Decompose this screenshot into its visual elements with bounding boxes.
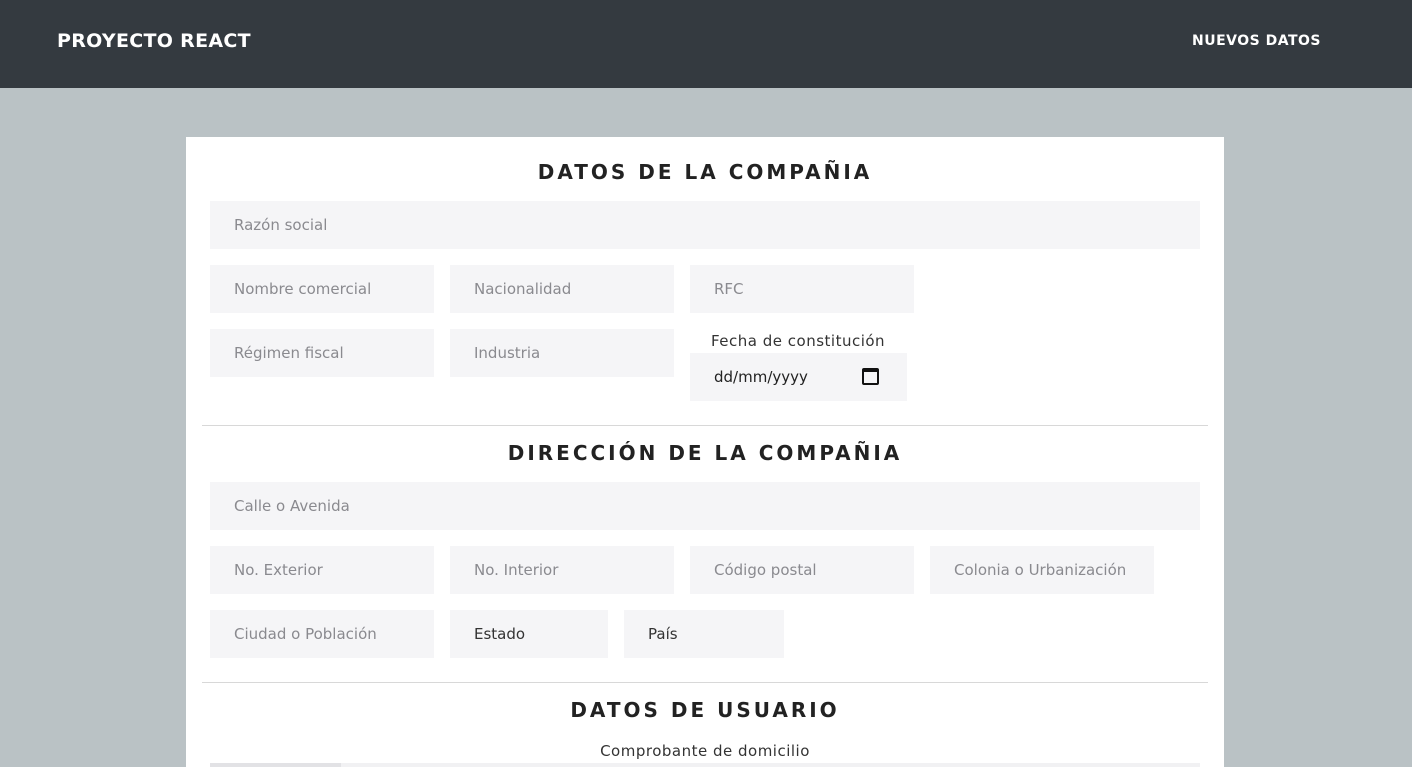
- calendar-icon[interactable]: [862, 368, 879, 385]
- estado-select[interactable]: Estado: [450, 610, 608, 658]
- industria-input[interactable]: [450, 329, 674, 377]
- divider: [202, 425, 1208, 426]
- fecha-constitucion-label: Fecha de constitución: [711, 332, 886, 350]
- section-title-company: DATOS DE LA COMPAÑIA: [537, 160, 873, 184]
- rfc-input[interactable]: [690, 265, 914, 313]
- file-choose-button[interactable]: [210, 763, 341, 767]
- fecha-constitucion-value: dd/mm/yyyy: [714, 368, 808, 386]
- brand-title[interactable]: PROYECTO REACT: [57, 29, 251, 53]
- divider: [202, 682, 1208, 683]
- ciudad-input[interactable]: [210, 610, 434, 658]
- form-card: DATOS DE LA COMPAÑIA Fecha de constituci…: [186, 137, 1224, 767]
- pais-select[interactable]: País: [624, 610, 784, 658]
- comprobante-label: Comprobante de domicilio: [600, 742, 810, 760]
- regimen-fiscal-input[interactable]: [210, 329, 434, 377]
- section-title-address: DIRECCIÓN DE LA COMPAÑIA: [507, 441, 903, 465]
- codigo-postal-input[interactable]: [690, 546, 914, 594]
- nacionalidad-input[interactable]: [450, 265, 674, 313]
- nombre-comercial-input[interactable]: [210, 265, 434, 313]
- calle-input[interactable]: [210, 482, 1200, 530]
- section-title-user: DATOS DE USUARIO: [570, 698, 840, 722]
- navbar: PROYECTO REACT NUEVOS DATOS: [0, 0, 1412, 88]
- colonia-input[interactable]: [930, 546, 1154, 594]
- no-exterior-input[interactable]: [210, 546, 434, 594]
- razon-social-input[interactable]: [210, 201, 1200, 249]
- nav-link-nuevos-datos[interactable]: NUEVOS DATOS: [1192, 32, 1321, 50]
- no-interior-input[interactable]: [450, 546, 674, 594]
- fecha-constitucion-input[interactable]: dd/mm/yyyy: [690, 353, 907, 401]
- comprobante-file-input[interactable]: [210, 763, 1200, 767]
